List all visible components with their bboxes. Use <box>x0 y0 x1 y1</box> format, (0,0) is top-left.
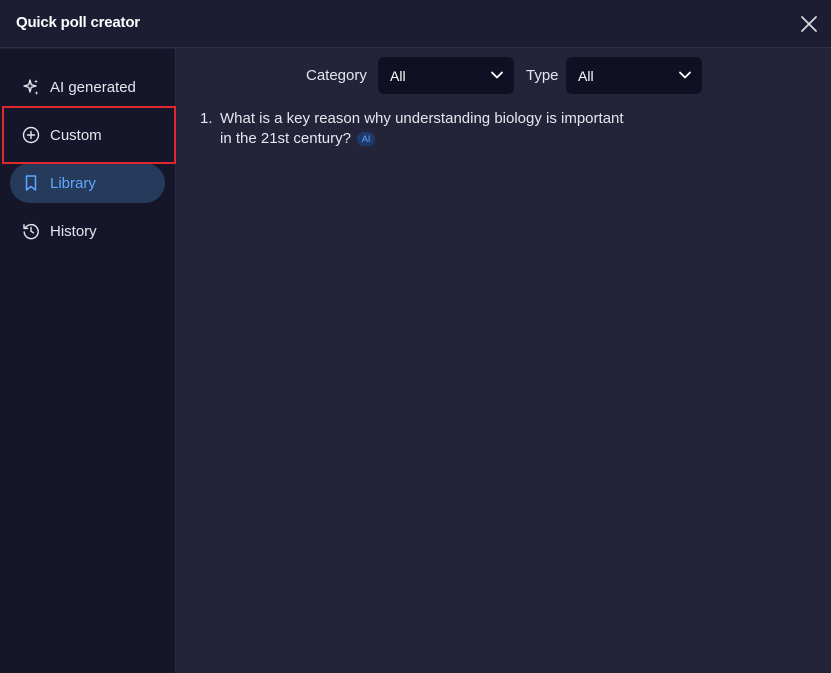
question-text: What is a key reason why understanding b… <box>220 109 640 149</box>
question-text-line: What is a key reason why understanding b… <box>220 110 624 127</box>
dialog-title: Quick poll creator <box>16 14 140 31</box>
plus-circle-icon <box>22 126 40 144</box>
ai-badge: AI <box>356 132 376 146</box>
chevron-down-icon <box>679 71 691 79</box>
category-select[interactable]: All <box>378 57 514 94</box>
sidebar-item-label: AI generated <box>50 78 136 96</box>
question-text-continuation: in the 21st century? <box>220 130 351 147</box>
sidebar-item-ai-generated[interactable]: AI generated <box>10 67 165 107</box>
library-panel: Category All Type All 1. What is a key r… <box>177 49 831 673</box>
chevron-down-icon <box>491 71 503 79</box>
type-filter-label: Type <box>526 67 559 84</box>
sidebar-item-library[interactable]: Library <box>10 163 165 203</box>
type-select[interactable]: All <box>566 57 702 94</box>
sidebar-item-label: Library <box>50 174 96 192</box>
bookmark-icon <box>22 174 40 192</box>
sidebar-item-custom[interactable]: Custom <box>10 115 165 155</box>
titlebar: Quick poll creator <box>0 0 831 48</box>
quick-poll-dialog: Quick poll creator AI generated Custom L… <box>0 0 831 673</box>
close-icon <box>801 16 817 32</box>
question-number: 1. <box>200 110 213 127</box>
sidebar-item-history[interactable]: History <box>10 211 165 251</box>
history-icon <box>22 222 40 240</box>
type-select-value: All <box>578 67 594 84</box>
category-select-value: All <box>390 67 406 84</box>
close-button[interactable] <box>797 12 821 36</box>
sidebar-item-label: History <box>50 222 97 240</box>
sidebar-item-label: Custom <box>50 126 102 144</box>
category-filter-label: Category <box>306 67 367 84</box>
sparkles-icon <box>22 78 40 96</box>
question-text-line-2: in the 21st century? AI <box>220 129 640 149</box>
sidebar: AI generated Custom Library History <box>0 49 176 673</box>
